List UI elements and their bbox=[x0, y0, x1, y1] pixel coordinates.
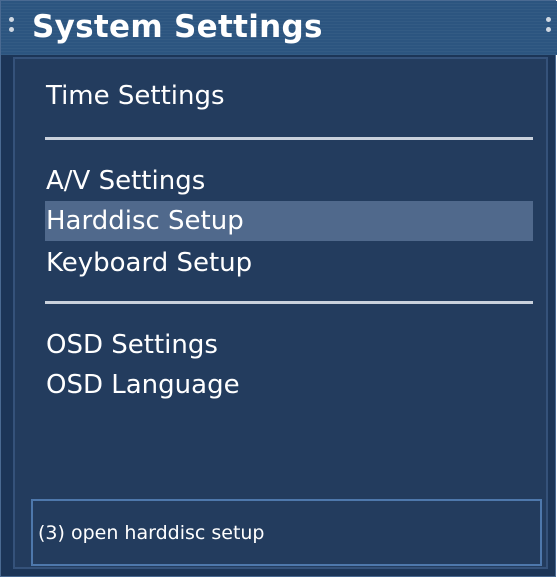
menu-separator bbox=[45, 137, 533, 140]
status-text: (3) open harddisc setup bbox=[38, 522, 265, 544]
menu-item-time-settings[interactable]: Time Settings bbox=[45, 76, 533, 116]
title-bar: System Settings bbox=[1, 1, 557, 55]
menu-item-osd-language[interactable]: OSD Language bbox=[45, 365, 533, 405]
settings-menu-panel: Time Settings A/V Settings Harddisc Setu… bbox=[13, 57, 548, 569]
system-settings-window: System Settings Time Settings A/V Settin… bbox=[0, 0, 557, 577]
menu-item-osd-settings[interactable]: OSD Settings bbox=[45, 325, 533, 365]
drag-handle-left-icon bbox=[9, 17, 15, 35]
menu-item-harddisc-setup[interactable]: Harddisc Setup bbox=[45, 201, 533, 241]
drag-handle-right-icon bbox=[546, 17, 552, 35]
status-bar: (3) open harddisc setup bbox=[31, 499, 542, 566]
window-title: System Settings bbox=[32, 9, 323, 45]
menu-separator bbox=[45, 301, 533, 304]
menu-item-av-settings[interactable]: A/V Settings bbox=[45, 161, 533, 201]
menu-item-keyboard-setup[interactable]: Keyboard Setup bbox=[45, 243, 533, 283]
